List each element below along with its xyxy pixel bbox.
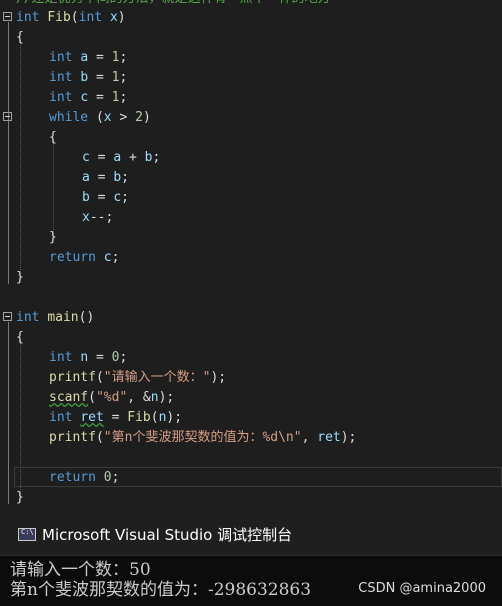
code-line[interactable]: int ret = Fib(n); xyxy=(0,408,502,428)
code-line[interactable]: int c = 1; xyxy=(0,88,502,108)
console-titlebar[interactable]: Microsoft Visual Studio 调试控制台 xyxy=(0,513,502,556)
code-editor[interactable]: //还是优秀中间的方法，就是这样有一点不一样的地方 int Fib(int x)… xyxy=(0,0,502,513)
code-line[interactable]: { xyxy=(0,128,502,148)
code-line[interactable]: } xyxy=(0,268,502,288)
code-line[interactable]: return c; xyxy=(0,248,502,268)
code-line[interactable]: int a = 1; xyxy=(0,48,502,68)
collapse-icon[interactable] xyxy=(3,112,12,121)
code-line[interactable]: a = b; xyxy=(0,168,502,188)
watermark: CSDN @amina2000 xyxy=(358,581,486,596)
collapse-icon[interactable] xyxy=(3,312,12,321)
collapse-icon[interactable] xyxy=(3,12,12,21)
code-line[interactable]: x--; xyxy=(0,208,502,228)
console-output-line: 第n个斐波那契数的值为：-298632863 xyxy=(10,580,312,600)
console-app-icon xyxy=(18,528,36,541)
code-line[interactable]: printf("第n个斐波那契数的值为：%d\n", ret); xyxy=(0,428,502,448)
code-line[interactable]: } xyxy=(0,488,502,508)
debug-console-window[interactable]: Microsoft Visual Studio 调试控制台 请输入一个数：50 … xyxy=(0,513,502,606)
code-line[interactable]: { xyxy=(0,28,502,48)
code-line[interactable]: scanf("%d", &n); xyxy=(0,388,502,408)
console-title: Microsoft Visual Studio 调试控制台 xyxy=(42,526,293,544)
code-line[interactable]: b = c; xyxy=(0,188,502,208)
code-line[interactable]: int main() xyxy=(0,308,502,328)
code-line[interactable]: } xyxy=(0,228,502,248)
code-line[interactable]: int Fib(int x) xyxy=(0,8,502,28)
code-line[interactable]: int b = 1; xyxy=(0,68,502,88)
code-line[interactable]: return 0; xyxy=(0,468,502,488)
code-line[interactable]: { xyxy=(0,328,502,348)
code-line[interactable]: while (x > 2) xyxy=(0,108,502,128)
code-line[interactable]: printf("请输入一个数："); xyxy=(0,368,502,388)
code-line[interactable]: int n = 0; xyxy=(0,348,502,368)
code-line[interactable]: c = a + b; xyxy=(0,148,502,168)
